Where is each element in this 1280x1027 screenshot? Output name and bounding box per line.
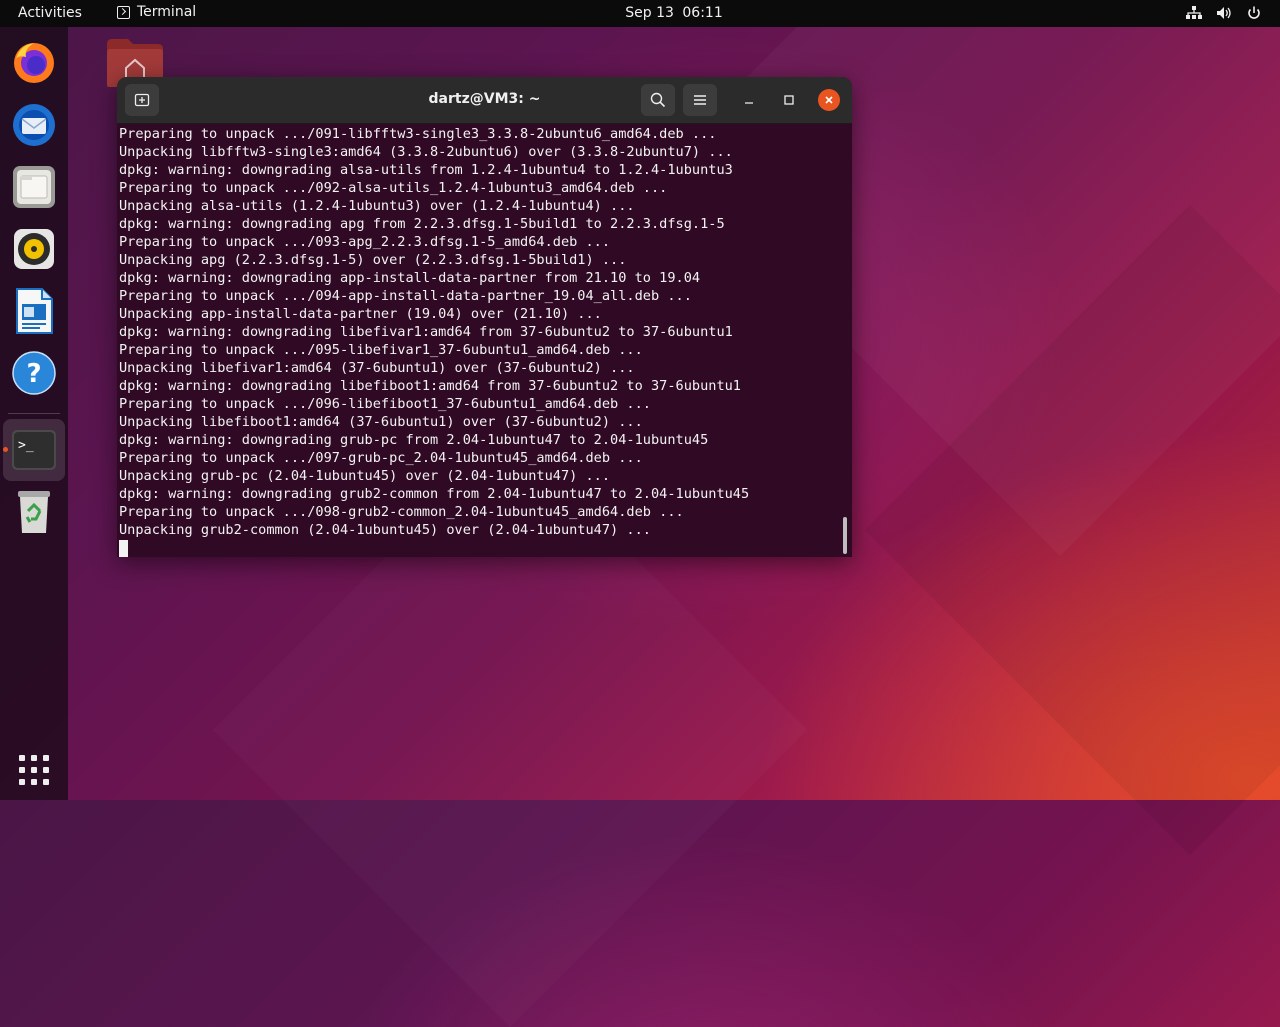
system-status-menu[interactable]: [1186, 6, 1262, 20]
close-button[interactable]: [818, 89, 840, 111]
thunderbird-icon: [13, 104, 55, 146]
power-icon: [1248, 6, 1260, 19]
rhythmbox-icon: [14, 229, 54, 269]
terminal-icon: >_: [12, 430, 56, 470]
hamburger-menu-icon: [694, 95, 706, 105]
writer-icon: [16, 288, 53, 334]
clock-time: 06:11: [682, 5, 723, 21]
terminal-line: dpkg: warning: downgrading grub-pc from …: [119, 432, 709, 448]
terminal-line: Unpacking grub2-common (2.04-1ubuntu45) …: [119, 522, 651, 538]
dock-item-files[interactable]: [10, 163, 58, 211]
dock-item-writer[interactable]: [10, 287, 58, 335]
network-icon: [1186, 6, 1202, 19]
terminal-line: Unpacking app-install-data-partner (19.0…: [119, 306, 602, 322]
terminal-line: Preparing to unpack .../097-grub-pc_2.04…: [119, 450, 643, 466]
firefox-icon: [14, 43, 54, 83]
maximize-button[interactable]: [778, 89, 800, 111]
terminal-line: dpkg: warning: downgrading grub2-common …: [119, 486, 750, 502]
running-indicator: [3, 447, 8, 452]
dock-separator: [8, 413, 60, 414]
clock-date: Sep 13: [625, 5, 674, 21]
minimize-button[interactable]: [738, 89, 760, 111]
dock-item-thunderbird[interactable]: [10, 101, 58, 149]
help-icon: ?: [12, 351, 56, 395]
terminal-line: dpkg: warning: downgrading app-install-d…: [119, 270, 701, 286]
terminal-line: Unpacking libefivar1:amd64 (37-6ubuntu1)…: [119, 360, 635, 376]
terminal-line: Unpacking grub-pc (2.04-1ubuntu45) over …: [119, 468, 611, 484]
terminal-line: Preparing to unpack .../096-libefiboot1_…: [119, 396, 651, 412]
terminal-line: Preparing to unpack .../094-app-install-…: [119, 288, 692, 304]
terminal-scrollbar[interactable]: [843, 517, 847, 554]
trash-icon: [18, 491, 50, 533]
terminal-line: dpkg: warning: downgrading libefiboot1:a…: [119, 378, 741, 394]
maximize-icon: [784, 95, 794, 105]
dock: ? >_: [0, 27, 68, 800]
volume-icon: [1217, 7, 1231, 19]
terminal-output[interactable]: Preparing to unpack .../091-libfftw3-sin…: [119, 125, 839, 557]
close-icon: [825, 96, 833, 104]
files-icon: [13, 166, 55, 208]
svg-text:?: ?: [26, 359, 41, 389]
dock-item-terminal[interactable]: >_: [10, 426, 58, 474]
terminal-line: Preparing to unpack .../093-apg_2.2.3.df…: [119, 234, 611, 250]
terminal-line: dpkg: warning: downgrading alsa-utils fr…: [119, 162, 733, 178]
dock-item-help[interactable]: ?: [10, 349, 58, 397]
terminal-prompt-line: [119, 539, 839, 557]
terminal-window[interactable]: dartz@VM3: ~ Preparing to unpack .../091…: [117, 77, 852, 557]
terminal-line: Unpacking apg (2.2.3.dfsg.1-5) over (2.2…: [119, 252, 627, 268]
wallpaper-shape: [864, 204, 1280, 856]
show-apps-icon: [19, 755, 49, 785]
terminal-line: Unpacking libefiboot1:amd64 (37-6ubuntu1…: [119, 414, 643, 430]
clock[interactable]: Sep 13 06:11: [0, 5, 1280, 21]
menu-button[interactable]: [683, 84, 717, 116]
svg-text:>_: >_: [18, 438, 34, 453]
top-bar: Activities Terminal Sep 13 06:11: [0, 0, 1280, 27]
terminal-line: Preparing to unpack .../095-libefivar1_3…: [119, 342, 643, 358]
dock-item-trash[interactable]: [10, 488, 58, 536]
dock-item-firefox[interactable]: [10, 39, 58, 87]
terminal-line: Preparing to unpack .../092-alsa-utils_1…: [119, 180, 668, 196]
search-icon: [650, 92, 666, 108]
terminal-titlebar[interactable]: dartz@VM3: ~: [117, 77, 852, 124]
dock-item-rhythmbox[interactable]: [10, 225, 58, 273]
show-apps-button[interactable]: [10, 746, 58, 794]
search-button[interactable]: [641, 84, 675, 116]
terminal-line: dpkg: warning: downgrading libefivar1:am…: [119, 324, 733, 340]
terminal-cursor: [119, 540, 128, 557]
terminal-line: Preparing to unpack .../091-libfftw3-sin…: [119, 126, 717, 142]
minimize-icon: [745, 102, 753, 104]
terminal-line: Unpacking libfftw3-single3:amd64 (3.3.8-…: [119, 144, 733, 160]
terminal-line: Unpacking alsa-utils (1.2.4-1ubuntu3) ov…: [119, 198, 635, 214]
terminal-line: Preparing to unpack .../098-grub2-common…: [119, 504, 684, 520]
terminal-line: dpkg: warning: downgrading apg from 2.2.…: [119, 216, 725, 232]
